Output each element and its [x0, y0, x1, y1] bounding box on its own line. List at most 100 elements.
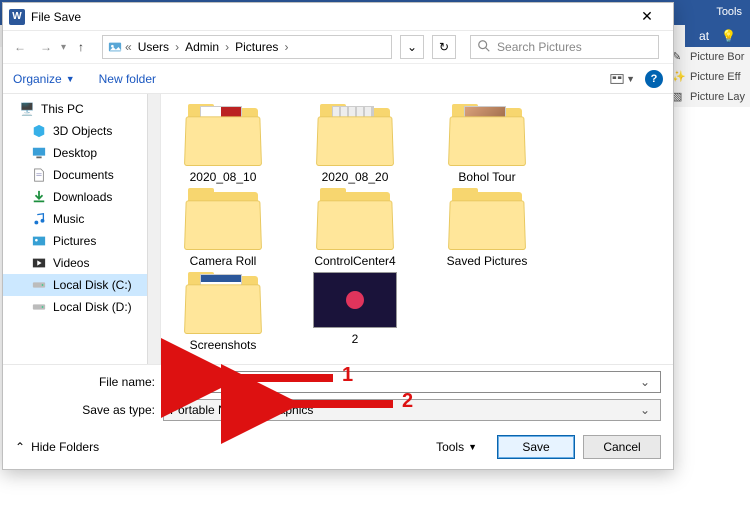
- picture-layout-label: Picture Lay: [690, 91, 745, 103]
- folder-icon: [316, 104, 394, 166]
- tree-item-this-pc[interactable]: 🖥️This PC: [3, 98, 160, 120]
- picture-layout-icon: ▧: [672, 90, 686, 104]
- close-icon: ✕: [641, 8, 653, 25]
- picture-border-label: Picture Bor: [690, 51, 744, 63]
- folder-item[interactable]: 2020_08_20: [299, 104, 411, 184]
- tree-item-local-disk-c[interactable]: Local Disk (C:): [3, 274, 160, 296]
- save-as-type-label: Save as type:: [15, 403, 163, 417]
- picture-item[interactable]: 2: [299, 272, 411, 352]
- refresh-icon: ↻: [439, 40, 449, 54]
- filename-label: File name:: [15, 375, 163, 389]
- tree-item-documents[interactable]: Documents: [3, 164, 160, 186]
- tools-label: Tools: [436, 440, 464, 454]
- tree-label: Downloads: [53, 190, 112, 204]
- nav-forward-button[interactable]: →: [35, 36, 57, 58]
- nav-history-dropdown[interactable]: ▾: [61, 42, 66, 53]
- address-bar[interactable]: « Users › Admin › Pictures ›: [102, 35, 392, 59]
- tree-item-desktop[interactable]: Desktop: [3, 142, 160, 164]
- ribbon-tools-label: Tools: [708, 0, 750, 25]
- tree-label: Pictures: [53, 234, 96, 248]
- search-box[interactable]: [470, 35, 659, 59]
- search-icon: [477, 39, 491, 56]
- organize-button[interactable]: Organize ▼: [13, 72, 75, 86]
- disk-icon: [31, 277, 47, 293]
- chevron-right-icon: «: [125, 40, 132, 54]
- tree-item-pictures[interactable]: Pictures: [3, 230, 160, 252]
- chevron-down-icon: ▼: [626, 74, 635, 84]
- folder-item[interactable]: Screenshots: [167, 272, 279, 352]
- file-save-dialog: W File Save ✕ ← → ▾ ↑ « Users › Admin › …: [2, 2, 674, 470]
- ribbon-tab-highlight[interactable]: at 💡: [685, 25, 750, 47]
- hide-folders-button[interactable]: ⌃ Hide Folders: [15, 440, 99, 454]
- item-label: Bohol Tour: [458, 170, 515, 184]
- tree-item-3d-objects[interactable]: 3D Objects: [3, 120, 160, 142]
- tree-item-videos[interactable]: Videos: [3, 252, 160, 274]
- chevron-right-icon: ›: [284, 40, 288, 54]
- arrow-right-icon: →: [40, 40, 52, 54]
- folder-item[interactable]: ControlCenter4: [299, 188, 411, 268]
- chevron-up-icon: ⌃: [15, 440, 25, 454]
- pictures-icon: [31, 233, 47, 249]
- item-label: ControlCenter4: [314, 254, 395, 268]
- annotation-number-2: 2: [402, 390, 413, 413]
- tree-label: This PC: [41, 102, 84, 116]
- folder-item[interactable]: Bohol Tour: [431, 104, 543, 184]
- folder-item[interactable]: Camera Roll: [167, 188, 279, 268]
- save-button[interactable]: Save: [497, 435, 575, 459]
- close-button[interactable]: ✕: [627, 3, 667, 31]
- picture-border-icon: ✎: [672, 50, 686, 64]
- 3d-objects-icon: [31, 123, 47, 139]
- chevron-right-icon: ›: [225, 40, 229, 54]
- breadcrumb-admin[interactable]: Admin: [181, 40, 223, 54]
- cancel-button[interactable]: Cancel: [583, 435, 661, 459]
- folder-icon: [316, 188, 394, 250]
- item-label: 2020_08_20: [322, 170, 389, 184]
- picture-layout-button[interactable]: ▧ Picture Lay: [670, 87, 750, 107]
- explorer-toolbar: Organize ▼ New folder ▼ ?: [3, 63, 673, 93]
- tree-item-downloads[interactable]: Downloads: [3, 186, 160, 208]
- chevron-down-icon[interactable]: ⌄: [636, 375, 654, 389]
- filename-value: 1x1picture: [170, 375, 636, 389]
- desktop-icon: [31, 145, 47, 161]
- view-options-button[interactable]: ▼: [610, 72, 635, 86]
- nav-back-button[interactable]: ←: [9, 36, 31, 58]
- tree-label: Documents: [53, 168, 114, 182]
- folder-item[interactable]: Saved Pictures: [431, 188, 543, 268]
- music-icon: [31, 211, 47, 227]
- tree-label: Local Disk (C:): [53, 278, 132, 292]
- tree-item-local-disk-d[interactable]: Local Disk (D:): [3, 296, 160, 318]
- navigation-tree[interactable]: 🖥️This PC 3D Objects Desktop Documents D…: [3, 94, 161, 364]
- item-label: 2020_08_10: [190, 170, 257, 184]
- videos-icon: [31, 255, 47, 271]
- tree-label: Local Disk (D:): [53, 300, 132, 314]
- picture-tools-group: ✎ Picture Bor ✨Picture Eff ▧ Picture Lay: [670, 47, 750, 107]
- breadcrumb-pictures[interactable]: Pictures: [231, 40, 282, 54]
- tools-dropdown[interactable]: Tools ▼: [436, 440, 477, 454]
- nav-row: ← → ▾ ↑ « Users › Admin › Pictures › ⌄ ↻: [3, 31, 673, 63]
- annotation-number-1: 1: [342, 364, 353, 387]
- picture-effects-icon: ✨: [672, 70, 686, 84]
- dialog-title: File Save: [31, 10, 81, 24]
- address-dropdown-button[interactable]: ⌄: [400, 35, 424, 59]
- chevron-down-icon[interactable]: ⌄: [636, 403, 654, 417]
- search-input[interactable]: [497, 40, 652, 54]
- dialog-footer: ⌃ Hide Folders Tools ▼ Save Cancel: [3, 429, 673, 469]
- help-button[interactable]: ?: [645, 70, 663, 88]
- picture-border-button[interactable]: ✎ Picture Bor: [670, 47, 750, 67]
- file-list[interactable]: 2020_08_10 2020_08_20 Bohol Tour Camera …: [161, 94, 673, 364]
- save-button-label: Save: [522, 440, 549, 454]
- breadcrumb-users[interactable]: Users: [134, 40, 173, 54]
- disk-icon: [31, 299, 47, 315]
- tree-item-music[interactable]: Music: [3, 208, 160, 230]
- tree-label: Music: [53, 212, 84, 226]
- nav-up-button[interactable]: ↑: [70, 36, 92, 58]
- item-label: 2: [352, 332, 359, 346]
- new-folder-button[interactable]: New folder: [99, 72, 156, 86]
- picture-effects-button[interactable]: ✨Picture Eff: [670, 67, 750, 87]
- organize-label: Organize: [13, 72, 62, 86]
- ribbon-tab-highlight-label: at: [699, 29, 709, 43]
- folder-icon: [448, 188, 526, 250]
- tree-label: Videos: [53, 256, 89, 270]
- refresh-button[interactable]: ↻: [432, 35, 456, 59]
- folder-item[interactable]: 2020_08_10: [167, 104, 279, 184]
